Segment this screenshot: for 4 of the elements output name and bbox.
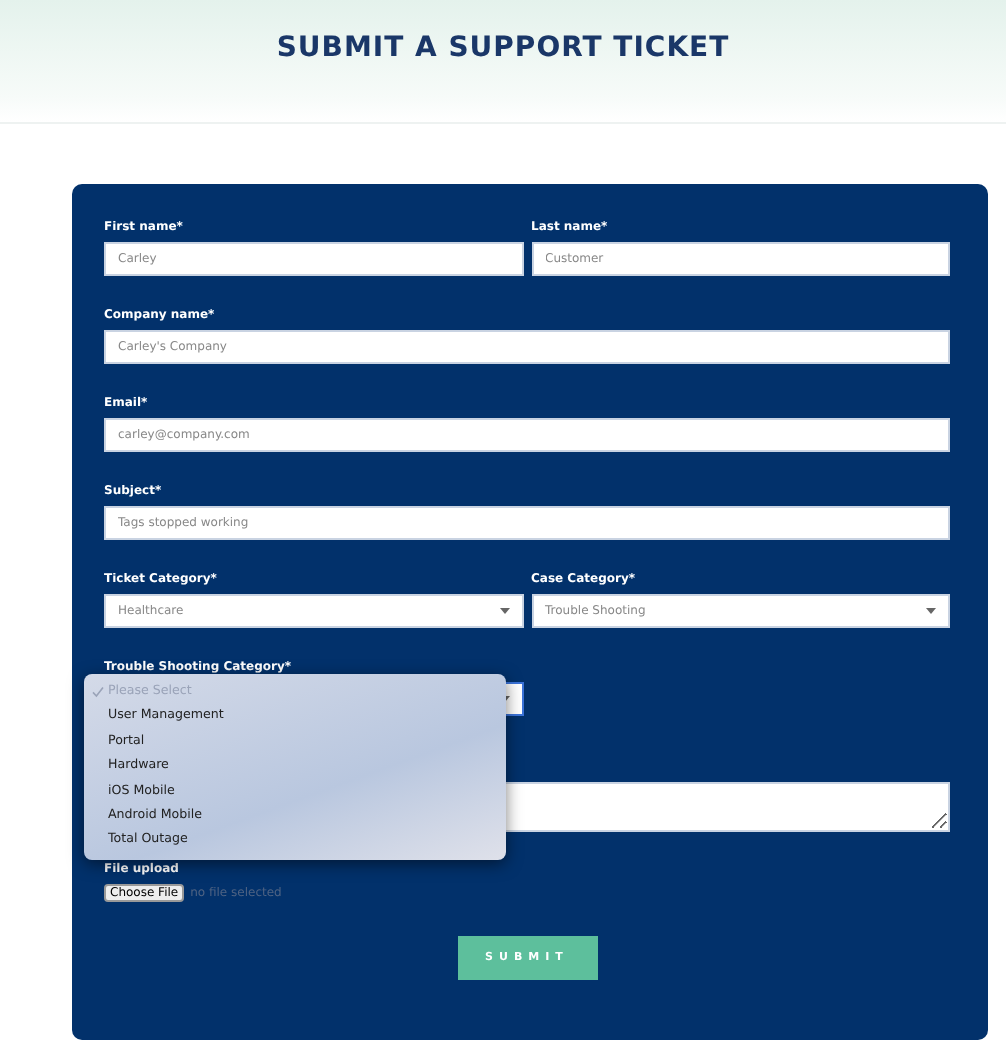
- page-title: SUBMIT A SUPPORT TICKET: [276, 32, 730, 68]
- caret-icon: [926, 608, 936, 614]
- check-icon: [92, 686, 104, 699]
- caret-icon: [499, 608, 509, 614]
